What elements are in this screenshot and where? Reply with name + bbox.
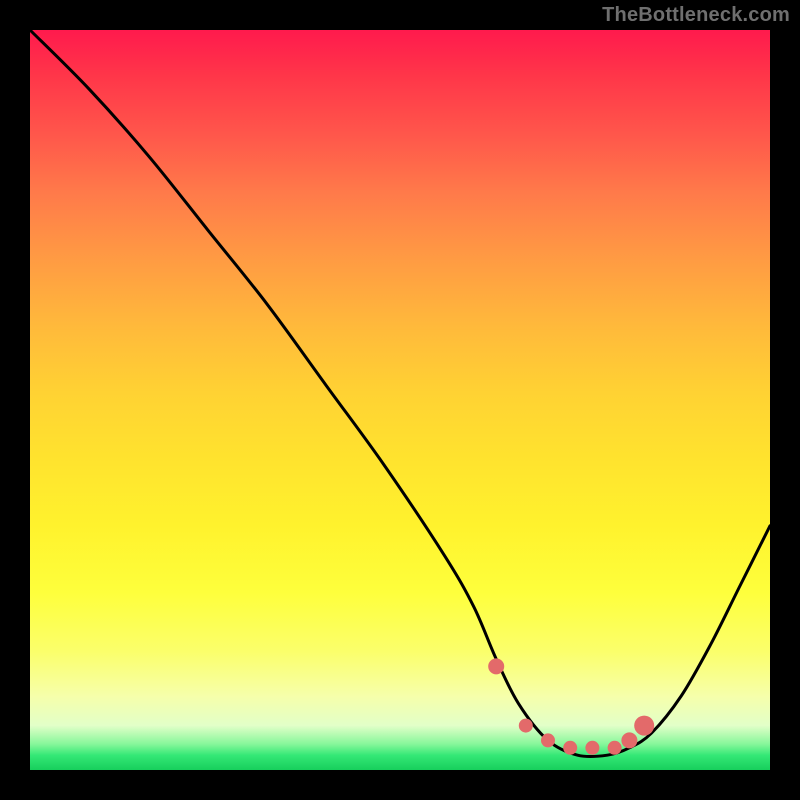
marker-dot	[488, 658, 504, 674]
chart-svg	[30, 30, 770, 770]
marker-dot	[621, 732, 637, 748]
marker-group	[488, 658, 654, 754]
plot-area	[30, 30, 770, 770]
marker-dot	[541, 733, 555, 747]
chart-frame: TheBottleneck.com	[0, 0, 800, 800]
watermark-label: TheBottleneck.com	[602, 4, 790, 27]
marker-dot	[585, 741, 599, 755]
bottleneck-curve	[30, 30, 770, 757]
marker-dot	[519, 719, 533, 733]
marker-dot	[563, 741, 577, 755]
marker-dot	[608, 741, 622, 755]
curve-layer	[30, 30, 770, 757]
marker-dot	[634, 716, 654, 736]
